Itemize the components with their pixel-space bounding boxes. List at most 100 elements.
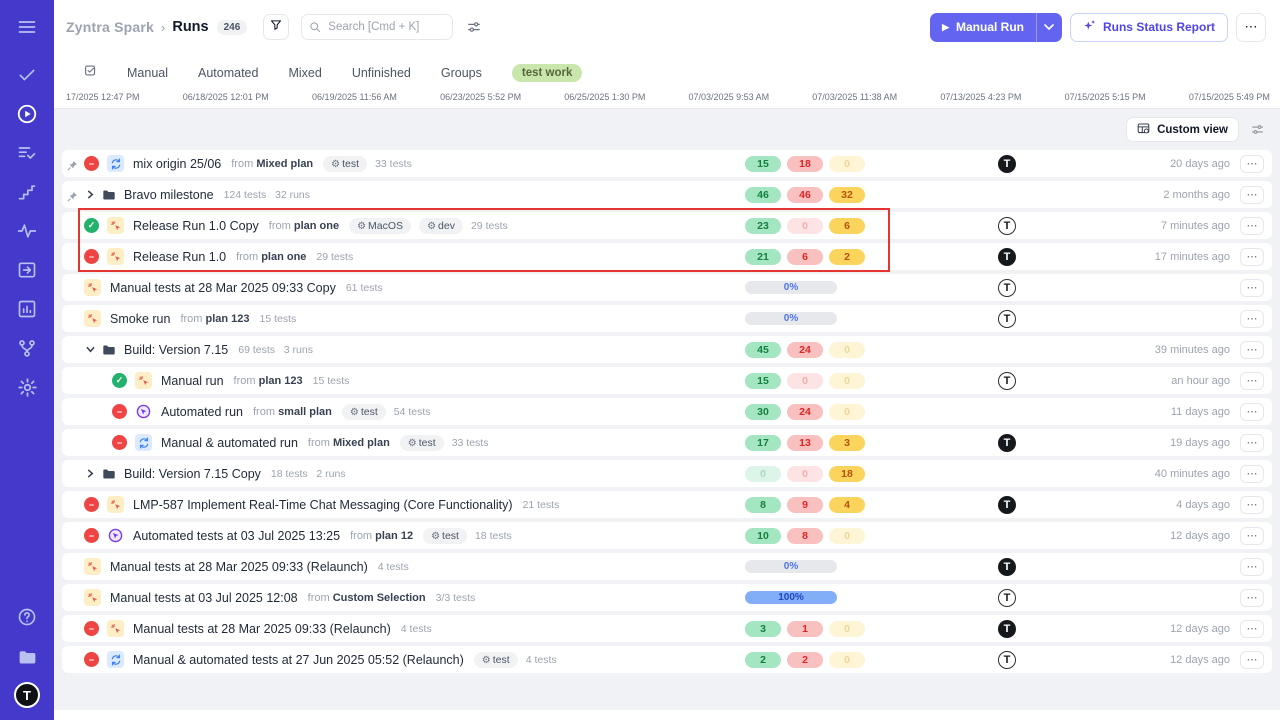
- run-row[interactable]: −mix origin 25/06from Mixed plan⚙test33 …: [62, 150, 1272, 177]
- assignee-avatar[interactable]: T: [998, 651, 1016, 669]
- row-more-button[interactable]: ⋯: [1240, 465, 1264, 483]
- folder-row[interactable]: Bravo milestone124 tests 32 runs4646322 …: [62, 181, 1272, 208]
- tab-mixed[interactable]: Mixed: [288, 66, 321, 80]
- from-plan[interactable]: from plan 123: [234, 375, 303, 387]
- runs-status-report-button[interactable]: Runs Status Report: [1070, 13, 1228, 42]
- run-title[interactable]: Manual & automated tests at 27 Jun 2025 …: [133, 653, 464, 667]
- chevron-right-icon[interactable]: [84, 190, 96, 199]
- folder-row[interactable]: Build: Version 7.1569 tests 3 runs452403…: [62, 336, 1272, 363]
- search-settings-icon[interactable]: [467, 20, 481, 34]
- plan-name[interactable]: plan one: [261, 251, 306, 263]
- breadcrumb-project[interactable]: Zyntra Spark: [66, 19, 154, 35]
- search-input[interactable]: [301, 14, 453, 40]
- row-more-button[interactable]: ⋯: [1240, 341, 1264, 359]
- run-title[interactable]: Manual run: [161, 374, 224, 388]
- tag-pill[interactable]: ⚙test: [400, 435, 444, 451]
- chevron-down-icon[interactable]: [84, 345, 96, 354]
- run-title[interactable]: Manual tests at 28 Mar 2025 09:33 (Relau…: [110, 560, 368, 574]
- run-row[interactable]: −Automated runfrom small plan⚙test54 tes…: [62, 398, 1272, 425]
- run-title[interactable]: Manual & automated run: [161, 436, 298, 450]
- from-plan[interactable]: from small plan: [253, 406, 332, 418]
- run-title[interactable]: Release Run 1.0 Copy: [133, 219, 259, 233]
- run-row[interactable]: ✓Release Run 1.0 Copyfrom plan one⚙MacOS…: [62, 212, 1272, 239]
- run-title[interactable]: Automated run: [161, 405, 243, 419]
- select-runs-icon[interactable]: [84, 64, 97, 82]
- assignee-avatar[interactable]: T: [998, 589, 1016, 607]
- from-plan[interactable]: from Mixed plan: [308, 437, 390, 449]
- row-more-button[interactable]: ⋯: [1240, 589, 1264, 607]
- assignee-avatar[interactable]: T: [998, 496, 1016, 514]
- tag-pill[interactable]: ⚙dev: [419, 218, 463, 234]
- run-row[interactable]: ◐Manual tests at 03 Jul 2025 12:08from C…: [62, 584, 1272, 611]
- help-icon[interactable]: [14, 604, 40, 630]
- tab-manual[interactable]: Manual: [127, 66, 168, 80]
- run-title[interactable]: Build: Version 7.15: [124, 343, 228, 357]
- run-row[interactable]: ◐Manual tests at 28 Mar 2025 09:33 Copy6…: [62, 274, 1272, 301]
- view-settings-icon[interactable]: [1251, 123, 1264, 136]
- tag-pill[interactable]: ⚙test: [474, 652, 518, 668]
- plan-name[interactable]: plan 123: [259, 375, 303, 387]
- row-more-button[interactable]: ⋯: [1240, 217, 1264, 235]
- run-title[interactable]: Release Run 1.0: [133, 250, 226, 264]
- tag-pill[interactable]: ⚙test: [323, 156, 367, 172]
- run-row[interactable]: −Manual & automated runfrom Mixed plan⚙t…: [62, 429, 1272, 456]
- tab-groups[interactable]: Groups: [441, 66, 482, 80]
- run-title[interactable]: Manual tests at 28 Mar 2025 09:33 Copy: [110, 281, 336, 295]
- plan-name[interactable]: small plan: [278, 406, 332, 418]
- run-title[interactable]: Manual tests at 03 Jul 2025 12:08: [110, 591, 298, 605]
- active-filter-pill[interactable]: test work: [512, 64, 583, 82]
- import-icon[interactable]: [14, 257, 40, 283]
- run-row[interactable]: ◐Manual tests at 28 Mar 2025 09:33 (Rela…: [62, 553, 1272, 580]
- row-more-button[interactable]: ⋯: [1240, 248, 1264, 266]
- row-more-button[interactable]: ⋯: [1240, 651, 1264, 669]
- tag-pill[interactable]: ⚙MacOS: [349, 218, 411, 234]
- row-more-button[interactable]: ⋯: [1240, 496, 1264, 514]
- assignee-avatar[interactable]: T: [998, 155, 1016, 173]
- settings-icon[interactable]: [14, 374, 40, 400]
- run-title[interactable]: Bravo milestone: [124, 188, 214, 202]
- tab-automated[interactable]: Automated: [198, 66, 258, 80]
- run-row[interactable]: −LMP-587 Implement Real-Time Chat Messag…: [62, 491, 1272, 518]
- manual-run-button[interactable]: ▶ Manual Run: [930, 13, 1036, 42]
- row-more-button[interactable]: ⋯: [1240, 403, 1264, 421]
- row-more-button[interactable]: ⋯: [1240, 155, 1264, 173]
- branches-icon[interactable]: [14, 335, 40, 361]
- run-title[interactable]: LMP-587 Implement Real-Time Chat Messagi…: [133, 498, 513, 512]
- run-title[interactable]: Build: Version 7.15 Copy: [124, 467, 261, 481]
- projects-icon[interactable]: [14, 643, 40, 669]
- tag-pill[interactable]: ⚙test: [423, 528, 467, 544]
- run-title[interactable]: Smoke run: [110, 312, 170, 326]
- assignee-avatar[interactable]: T: [998, 279, 1016, 297]
- from-plan[interactable]: from plan one: [269, 220, 339, 232]
- run-row[interactable]: ◐Smoke runfrom plan 12315 tests0%T⋯: [62, 305, 1272, 332]
- from-plan[interactable]: from Mixed plan: [231, 158, 313, 170]
- tag-pill[interactable]: ⚙test: [342, 404, 386, 420]
- row-more-button[interactable]: ⋯: [1240, 279, 1264, 297]
- plan-name[interactable]: plan 12: [375, 530, 413, 542]
- plan-name[interactable]: Mixed plan: [256, 158, 313, 170]
- row-more-button[interactable]: ⋯: [1240, 186, 1264, 204]
- activity-icon[interactable]: [14, 218, 40, 244]
- assignee-avatar[interactable]: T: [998, 372, 1016, 390]
- assignee-avatar[interactable]: T: [998, 217, 1016, 235]
- plan-name[interactable]: plan 123: [206, 313, 250, 325]
- assignee-avatar[interactable]: T: [998, 558, 1016, 576]
- analytics-icon[interactable]: [14, 296, 40, 322]
- tasks-icon[interactable]: [14, 62, 40, 88]
- plan-name[interactable]: Custom Selection: [333, 592, 426, 604]
- run-row[interactable]: −Manual tests at 28 Mar 2025 09:33 (Rela…: [62, 615, 1272, 642]
- steps-icon[interactable]: [14, 179, 40, 205]
- run-title[interactable]: Manual tests at 28 Mar 2025 09:33 (Relau…: [133, 622, 391, 636]
- plan-name[interactable]: Mixed plan: [333, 437, 390, 449]
- from-plan[interactable]: from plan one: [236, 251, 306, 263]
- assignee-avatar[interactable]: T: [998, 434, 1016, 452]
- row-more-button[interactable]: ⋯: [1240, 620, 1264, 638]
- from-plan[interactable]: from plan 123: [180, 313, 249, 325]
- manual-run-dropdown-button[interactable]: [1036, 13, 1062, 42]
- menu-icon[interactable]: [14, 14, 40, 40]
- runs-icon[interactable]: [14, 101, 40, 127]
- from-plan[interactable]: from plan 12: [350, 530, 413, 542]
- run-title[interactable]: Automated tests at 03 Jul 2025 13:25: [133, 529, 340, 543]
- run-title[interactable]: mix origin 25/06: [133, 157, 221, 171]
- from-plan[interactable]: from Custom Selection: [308, 592, 426, 604]
